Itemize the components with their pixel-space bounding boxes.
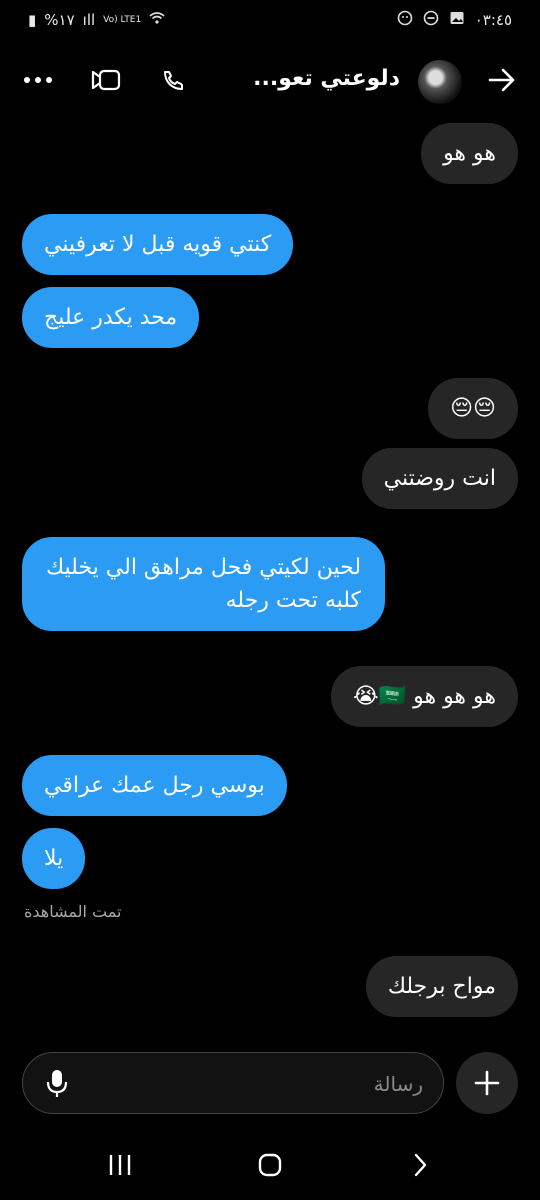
message-bubble-received[interactable]: 😔😔 (428, 378, 518, 439)
gallery-icon (449, 10, 465, 30)
back-arrow-icon[interactable] (484, 62, 520, 98)
battery-icon: ▮ (28, 11, 37, 29)
chat-header: دلوعتي تعو... (0, 52, 540, 108)
message-bubble-sent[interactable]: لحين لكيتي فحل مراهق الي يخليك كلبه تحت … (22, 537, 386, 631)
home-icon[interactable] (250, 1150, 290, 1180)
recent-apps-icon[interactable] (100, 1150, 140, 1180)
clock-time: ٠٣:٤٥ (474, 11, 512, 29)
message-line: لحين لكيتي فحل مراهق الي يخليك (46, 555, 362, 580)
seen-status: تمت المشاهدة (24, 902, 122, 921)
dnd-icon (423, 10, 439, 30)
message-bubble-received[interactable]: هو هو هو 🇸🇦😭 (330, 666, 518, 727)
wifi-icon (149, 10, 165, 30)
message-bubble-received[interactable]: مواح برجلك (365, 956, 518, 1017)
message-input[interactable] (101, 1065, 425, 1103)
add-attachment-button[interactable] (456, 1052, 518, 1114)
message-bubble-received[interactable]: هو هو (421, 123, 518, 184)
battery-level: %١٧ (44, 11, 75, 29)
phone-call-icon[interactable] (156, 62, 192, 98)
signal-icon: ıll (82, 11, 96, 29)
message-bubble-sent[interactable]: يلا (22, 828, 86, 889)
notification-icon (397, 10, 413, 30)
more-options-icon[interactable] (20, 62, 56, 98)
status-bar: ▮ %١٧ ıll Vo) LTE1 ٠٣:٤٥ (0, 0, 540, 40)
message-bubble-sent[interactable]: محد يكدر عليج (22, 287, 200, 348)
chat-title[interactable]: دلوعتي تعو... (253, 66, 400, 91)
back-icon[interactable] (400, 1150, 440, 1180)
video-call-icon[interactable] (88, 62, 124, 98)
message-list[interactable]: هو هو كنتي قويه قبل لا تعرفيني محد يكدر … (0, 118, 540, 1038)
network-label: Vo) LTE1 (103, 15, 142, 25)
message-bubble-sent[interactable]: بوسي رجل عمك عراقي (22, 755, 287, 816)
message-bubble-sent[interactable]: كنتي قويه قبل لا تعرفيني (22, 214, 294, 275)
microphone-icon[interactable] (37, 1063, 77, 1103)
message-composer (22, 1052, 444, 1114)
contact-avatar[interactable] (418, 60, 462, 104)
message-line: كلبه تحت رجله (225, 588, 362, 613)
system-nav-bar (0, 1140, 540, 1190)
message-bubble-received[interactable]: انت روضتني (361, 448, 518, 509)
